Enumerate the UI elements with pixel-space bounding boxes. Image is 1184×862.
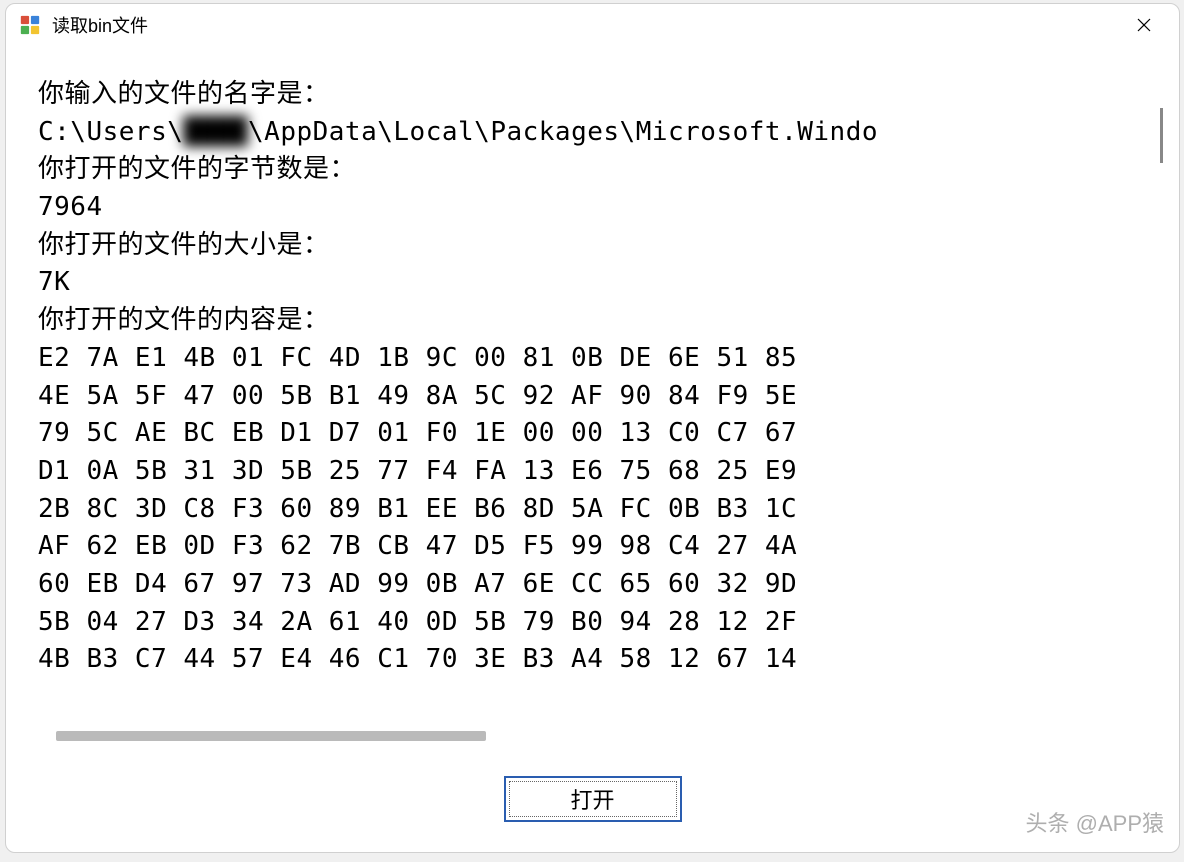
hex-row: 4B B3 C7 44 57 E4 46 C1 70 3E B3 A4 58 1… (38, 644, 797, 674)
close-button[interactable] (1121, 9, 1167, 41)
hex-row: 5B 04 27 D3 34 2A 61 40 0D 5B 79 B0 94 2… (38, 607, 797, 637)
text-output[interactable]: 你输入的文件的名字是： C:\Users\████\AppData\Local\… (38, 76, 1147, 723)
bytecount-label: 你打开的文件的字节数是： (38, 154, 356, 184)
app-icon (18, 13, 42, 37)
filesize-label: 你打开的文件的大小是： (38, 230, 330, 260)
filename-path-prefix: C:\Users\ (38, 117, 183, 147)
filesize-value: 7K (38, 267, 70, 297)
content-label: 你打开的文件的内容是： (38, 305, 330, 335)
hex-row: E2 7A E1 4B 01 FC 4D 1B 9C 00 81 0B DE 6… (38, 343, 797, 373)
hex-row: D1 0A 5B 31 3D 5B 25 77 F4 FA 13 E6 75 6… (38, 456, 797, 486)
vertical-scroll-indicator[interactable] (1160, 108, 1163, 163)
bytecount-value: 7964 (38, 192, 103, 222)
dialog-window: 读取bin文件 你输入的文件的名字是： C:\Users\████\AppDat… (5, 3, 1180, 853)
hex-row: 4E 5A 5F 47 00 5B B1 49 8A 5C 92 AF 90 8… (38, 381, 797, 411)
horizontal-scrollbar[interactable] (56, 731, 486, 741)
content-area: 你输入的文件的名字是： C:\Users\████\AppData\Local\… (6, 46, 1179, 751)
filename-path-blurred: ████ (183, 114, 248, 152)
hex-row: 79 5C AE BC EB D1 D7 01 F0 1E 00 00 13 C… (38, 418, 797, 448)
open-button[interactable]: 打开 (504, 776, 682, 822)
window-title: 读取bin文件 (52, 12, 1121, 38)
hex-row: 2B 8C 3D C8 F3 60 89 B1 EE B6 8D 5A FC 0… (38, 494, 797, 524)
button-area: 打开 (6, 751, 1179, 852)
hex-row: AF 62 EB 0D F3 62 7B CB 47 D5 F5 99 98 C… (38, 531, 797, 561)
filename-path-suffix: \AppData\Local\Packages\Microsoft.Windo (248, 117, 878, 147)
filename-label: 你输入的文件的名字是： (38, 79, 330, 109)
titlebar[interactable]: 读取bin文件 (6, 4, 1179, 46)
hex-row: 60 EB D4 67 97 73 AD 99 0B A7 6E CC 65 6… (38, 569, 797, 599)
